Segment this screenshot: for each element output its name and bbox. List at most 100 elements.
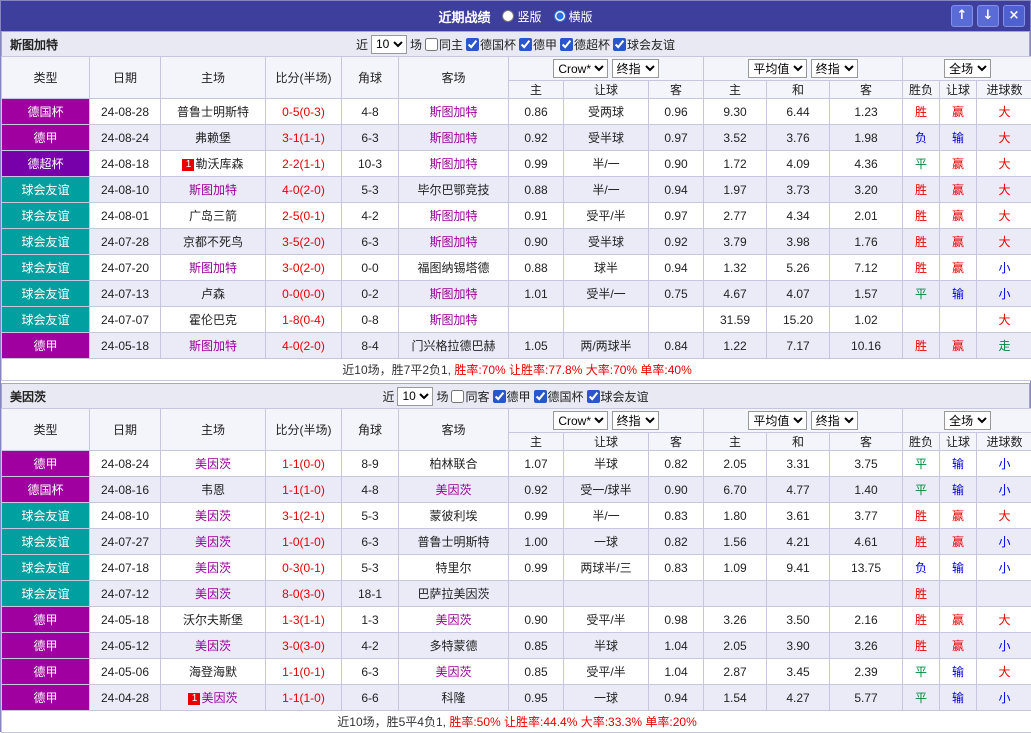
home-team-name: 美因茨 <box>195 535 231 549</box>
result-handicap: 输 <box>940 555 977 581</box>
bookmaker-select[interactable]: Crow* <box>553 59 608 78</box>
same-side-filter[interactable]: 同主 <box>425 36 463 53</box>
league-checkbox[interactable] <box>466 38 479 51</box>
odds-away: 0.82 <box>649 529 704 555</box>
score: 1-1(0-1) <box>266 659 342 685</box>
odds-stage-select[interactable]: 终指 <box>612 59 659 78</box>
result-wdl: 负 <box>903 125 940 151</box>
league-filter-2[interactable]: 球会友谊 <box>587 388 649 405</box>
move-up-button[interactable]: ↑ <box>951 5 973 27</box>
league-filter-1[interactable]: 德甲 <box>519 36 557 53</box>
scope-select[interactable]: 全场 <box>944 59 991 78</box>
subcol-1: 让球 <box>564 81 649 99</box>
home-team-name: 美因茨 <box>195 509 231 523</box>
handicap-line: 半/一 <box>564 177 649 203</box>
odds-away: 1.04 <box>649 633 704 659</box>
titlebar-center: 近期战绩 竖版 横版 <box>438 7 592 26</box>
summary-segment: 胜率:50% <box>449 715 500 729</box>
odds-stage-select[interactable]: 终指 <box>612 411 659 430</box>
result-wdl: 平 <box>903 685 940 711</box>
avg-source-select[interactable]: 平均值 <box>748 59 807 78</box>
league-checkbox[interactable] <box>519 38 532 51</box>
handicap-line: 受半/一 <box>564 281 649 307</box>
same-side-checkbox[interactable] <box>451 390 464 403</box>
match-date: 24-04-28 <box>90 685 161 711</box>
avg-draw-odds: 4.77 <box>767 477 830 503</box>
away-team-name: 多特蒙德 <box>429 639 477 653</box>
corner-score: 6-3 <box>342 125 399 151</box>
same-side-checkbox[interactable] <box>425 38 438 51</box>
team-name: 斯图加特 <box>10 36 58 53</box>
col-home: 主场 <box>161 409 266 451</box>
odds-home: 1.00 <box>509 529 564 555</box>
match-count-select[interactable]: 10 <box>397 387 433 406</box>
odds-away: 0.94 <box>649 685 704 711</box>
result-wdl: 胜 <box>903 229 940 255</box>
col-away: 客场 <box>399 409 509 451</box>
league-filter-1[interactable]: 德国杯 <box>534 388 584 405</box>
rank-badge: 1 <box>188 693 200 705</box>
avg-away-odds: 3.75 <box>830 451 903 477</box>
avg-draw-odds: 3.73 <box>767 177 830 203</box>
match-date: 24-07-18 <box>90 555 161 581</box>
avg-stage-select[interactable]: 终指 <box>811 59 858 78</box>
league-checkbox[interactable] <box>613 38 626 51</box>
corner-score: 0-8 <box>342 307 399 333</box>
horizontal-layout-radio[interactable]: 横版 <box>554 8 593 25</box>
match-date: 24-08-28 <box>90 99 161 125</box>
league-filter-0[interactable]: 德国杯 <box>466 36 516 53</box>
league-checkbox[interactable] <box>534 390 547 403</box>
avg-source-select[interactable]: 平均值 <box>748 411 807 430</box>
result-wdl: 平 <box>903 151 940 177</box>
result-goals: 大 <box>977 125 1031 151</box>
same-side-filter[interactable]: 同客 <box>451 388 489 405</box>
col-date: 日期 <box>90 57 161 99</box>
league-filter-0[interactable]: 德甲 <box>493 388 531 405</box>
avg-draw-odds <box>767 581 830 607</box>
league-badge: 德国杯 <box>2 99 90 125</box>
league-badge: 球会友谊 <box>2 307 90 333</box>
away-team-name: 斯图加特 <box>429 131 477 145</box>
avg-home-odds: 2.77 <box>704 203 767 229</box>
league-checkbox[interactable] <box>560 38 573 51</box>
home-team-name: 美因茨 <box>201 691 237 705</box>
titlebar: 近期战绩 竖版 横版 ↑ ↓ × <box>1 1 1030 31</box>
odds-home: 0.99 <box>509 151 564 177</box>
result-goals <box>977 581 1031 607</box>
match-row: 德甲24-08-24美因茨1-1(0-0)8-9柏林联合1.07半球0.822.… <box>2 451 1031 477</box>
score: 0-5(0-3) <box>266 99 342 125</box>
avg-away-odds: 3.20 <box>830 177 903 203</box>
match-count-select[interactable]: 10 <box>371 35 407 54</box>
horizontal-radio-input[interactable] <box>554 10 566 22</box>
avg-away-odds: 1.23 <box>830 99 903 125</box>
vertical-layout-radio[interactable]: 竖版 <box>502 8 541 25</box>
league-checkbox[interactable] <box>493 390 506 403</box>
league-badge: 球会友谊 <box>2 581 90 607</box>
team-section: 斯图加特近10场同主德国杯德甲德超杯球会友谊类型日期主场比分(半场)角球客场Cr… <box>1 31 1030 381</box>
match-row: 球会友谊24-07-20斯图加特3-0(2-0)0-0福图纳锡塔德0.88球半0… <box>2 255 1031 281</box>
result-goals: 小 <box>977 685 1031 711</box>
league-filter-3[interactable]: 球会友谊 <box>613 36 675 53</box>
scope-select[interactable]: 全场 <box>944 411 991 430</box>
avg-draw-odds: 3.31 <box>767 451 830 477</box>
league-filter-2[interactable]: 德超杯 <box>560 36 610 53</box>
away-team-name: 斯图加特 <box>429 157 477 171</box>
bookmaker-select[interactable]: Crow* <box>553 411 608 430</box>
away-team: 美因茨 <box>399 477 509 503</box>
away-team-name: 斯图加特 <box>429 105 477 119</box>
vertical-radio-input[interactable] <box>502 10 514 22</box>
move-down-button[interactable]: ↓ <box>977 5 999 27</box>
close-button[interactable]: × <box>1003 5 1025 27</box>
league-badge: 球会友谊 <box>2 529 90 555</box>
league-filter-label: 德甲 <box>533 36 557 53</box>
summary-segment: 大率:33.3% <box>577 715 642 729</box>
match-date: 24-08-10 <box>90 177 161 203</box>
result-wdl: 平 <box>903 659 940 685</box>
avg-stage-select[interactable]: 终指 <box>811 411 858 430</box>
avg-away-odds: 3.26 <box>830 633 903 659</box>
home-team-name: 斯图加特 <box>189 183 237 197</box>
result-goals: 走 <box>977 333 1031 359</box>
team-name: 美因茨 <box>10 388 46 405</box>
league-checkbox[interactable] <box>587 390 600 403</box>
result-handicap: 赢 <box>940 607 977 633</box>
